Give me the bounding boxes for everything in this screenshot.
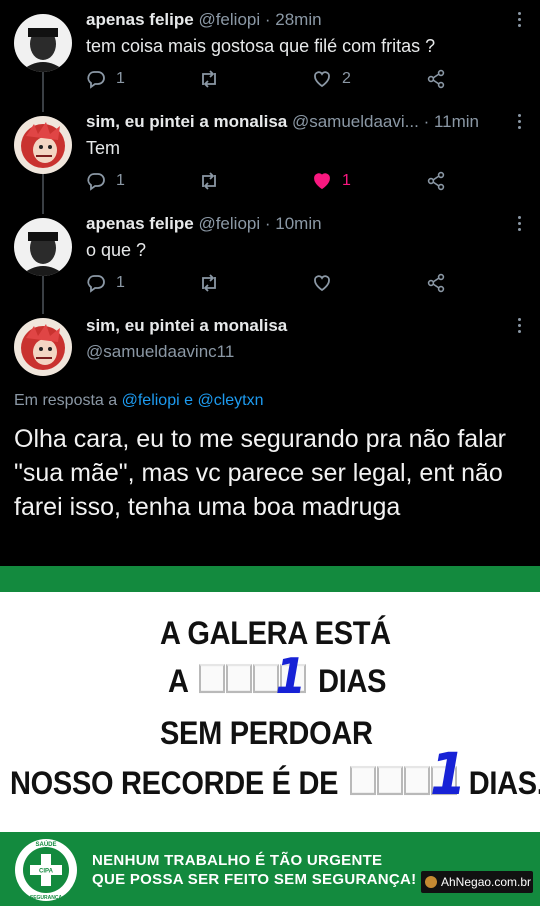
share-icon	[427, 69, 445, 89]
avatar[interactable]	[14, 14, 72, 72]
like-button[interactable]: 2	[312, 66, 351, 92]
heart-icon	[314, 71, 330, 88]
user-handle[interactable]: @feliopi	[198, 214, 260, 233]
timestamp[interactable]: · 10min	[265, 214, 322, 233]
safety-slogan-line-1: NENHUM TRABALHO É TÃO URGENTE	[92, 852, 383, 869]
tweet-thread: apenas felipe @feliopi · 28min tem coisa…	[0, 0, 540, 566]
sign-line-4-prefix: NOSSO RECORDE É DE	[10, 765, 339, 802]
display-name[interactable]: apenas felipe	[86, 214, 194, 233]
retweet-icon	[202, 274, 216, 292]
logo-bottom-text: SEGURANÇA	[30, 895, 63, 901]
sign-bottom-band	[0, 832, 540, 906]
avatar[interactable]	[14, 218, 72, 276]
sign-line-4: NOSSO RECORDE É DE 1 DIAS.	[10, 742, 540, 809]
tweet-header: apenas felipe @feliopi · 10min	[86, 214, 506, 234]
reply-icon	[87, 275, 105, 293]
display-name[interactable]: sim, eu pintei a monalisa	[86, 112, 287, 131]
reply-count: 1	[116, 172, 125, 189]
retweet-button[interactable]	[198, 168, 220, 194]
share-button[interactable]	[426, 270, 446, 296]
share-icon	[427, 171, 445, 191]
like-count: 1	[342, 172, 351, 189]
user-handle[interactable]: @samueldaavinc11	[86, 342, 234, 362]
user-handle[interactable]: @feliopi	[198, 10, 260, 29]
reply-button[interactable]: 1	[86, 270, 125, 296]
reply-count: 1	[116, 274, 125, 291]
watermark-text: AhNegao.com.br	[441, 875, 532, 889]
days-count: 1	[275, 648, 306, 706]
reply-and: e	[184, 392, 194, 409]
tweet-actions: 1 2	[86, 66, 446, 92]
reply-button[interactable]: 1	[86, 66, 125, 92]
sign-line-2: A 1 DIAS	[168, 649, 387, 706]
avatar[interactable]	[14, 318, 72, 376]
sign-line-2-prefix: A	[168, 663, 188, 700]
heart-icon	[314, 173, 330, 190]
sign-line-4-suffix: DIAS.	[468, 765, 540, 802]
more-icon[interactable]	[516, 318, 522, 336]
reply-context: Em resposta a @feliopi e @cleytxn	[14, 392, 264, 410]
more-icon[interactable]	[516, 114, 522, 132]
logo-mid-text: CIPA	[39, 869, 54, 875]
sign-line-3: SEM PERDOAR	[160, 716, 373, 752]
logo-top-text: SAÚDE	[35, 841, 56, 848]
tweet[interactable]: apenas felipe @feliopi · 10min o que ? 1	[0, 204, 540, 306]
tweet-actions: 1	[86, 270, 446, 296]
tweet-header: sim, eu pintei a monalisa @samueldaavi..…	[86, 112, 506, 132]
display-name[interactable]: apenas felipe	[86, 10, 194, 29]
like-count: 2	[342, 70, 351, 87]
tweet-text: tem coisa mais gostosa que filé com frit…	[86, 36, 436, 56]
safety-sign-meme: A GALERA ESTÁ A 1 DIAS SEM PERDOAR NOSSO…	[0, 566, 540, 906]
retweet-button[interactable]	[198, 66, 220, 92]
watermark: AhNegao.com.br	[421, 871, 533, 893]
watermark-icon	[425, 876, 437, 888]
more-icon[interactable]	[516, 216, 522, 234]
display-name[interactable]: sim, eu pintei a monalisa	[86, 316, 287, 335]
timestamp[interactable]: · 11min	[424, 112, 479, 131]
sign-line-2-suffix: DIAS	[318, 663, 387, 700]
tweet-actions: 1 1	[86, 168, 446, 194]
avatar[interactable]	[14, 116, 72, 174]
tweet[interactable]: sim, eu pintei a monalisa @samueldaavi..…	[0, 102, 540, 204]
timestamp[interactable]: · 28min	[265, 10, 322, 29]
reply-icon	[87, 71, 105, 89]
reply-icon	[87, 173, 105, 191]
sign-line-1: A GALERA ESTÁ	[160, 616, 391, 652]
retweet-icon	[202, 172, 216, 190]
mention-link[interactable]: @cleytxn	[197, 392, 263, 409]
cipa-logo: SAÚDE CIPA SEGURANÇA	[15, 839, 77, 901]
tweet-header: sim, eu pintei a monalisa	[86, 316, 506, 336]
share-button[interactable]	[426, 66, 446, 92]
record-counter: 1	[349, 742, 466, 809]
retweet-icon	[202, 70, 216, 88]
sign-top-band	[0, 566, 540, 592]
reply-prefix: Em resposta a	[14, 392, 118, 409]
tweet-text: Tem	[86, 138, 121, 158]
share-button[interactable]	[426, 168, 446, 194]
days-counter: 1	[199, 649, 307, 706]
main-tweet-text: Olha cara, eu to me segurando pra não fa…	[14, 425, 506, 521]
share-icon	[427, 273, 445, 293]
like-button[interactable]: 1	[312, 168, 351, 194]
reply-button[interactable]: 1	[86, 168, 125, 194]
mention-link[interactable]: @feliopi	[122, 392, 180, 409]
reply-count: 1	[116, 70, 125, 87]
tweet[interactable]: apenas felipe @feliopi · 28min tem coisa…	[0, 0, 540, 102]
heart-icon	[314, 275, 330, 292]
record-count: 1	[429, 741, 466, 809]
tweet-header: apenas felipe @feliopi · 28min	[86, 10, 506, 30]
tweet-text: o que ?	[86, 240, 147, 260]
user-handle[interactable]: @samueldaavi...	[292, 112, 419, 131]
safety-slogan-line-2: QUE POSSA SER FEITO SEM SEGURANÇA!	[92, 871, 417, 888]
like-button[interactable]	[312, 270, 332, 296]
retweet-button[interactable]	[198, 270, 220, 296]
more-icon[interactable]	[516, 12, 522, 30]
